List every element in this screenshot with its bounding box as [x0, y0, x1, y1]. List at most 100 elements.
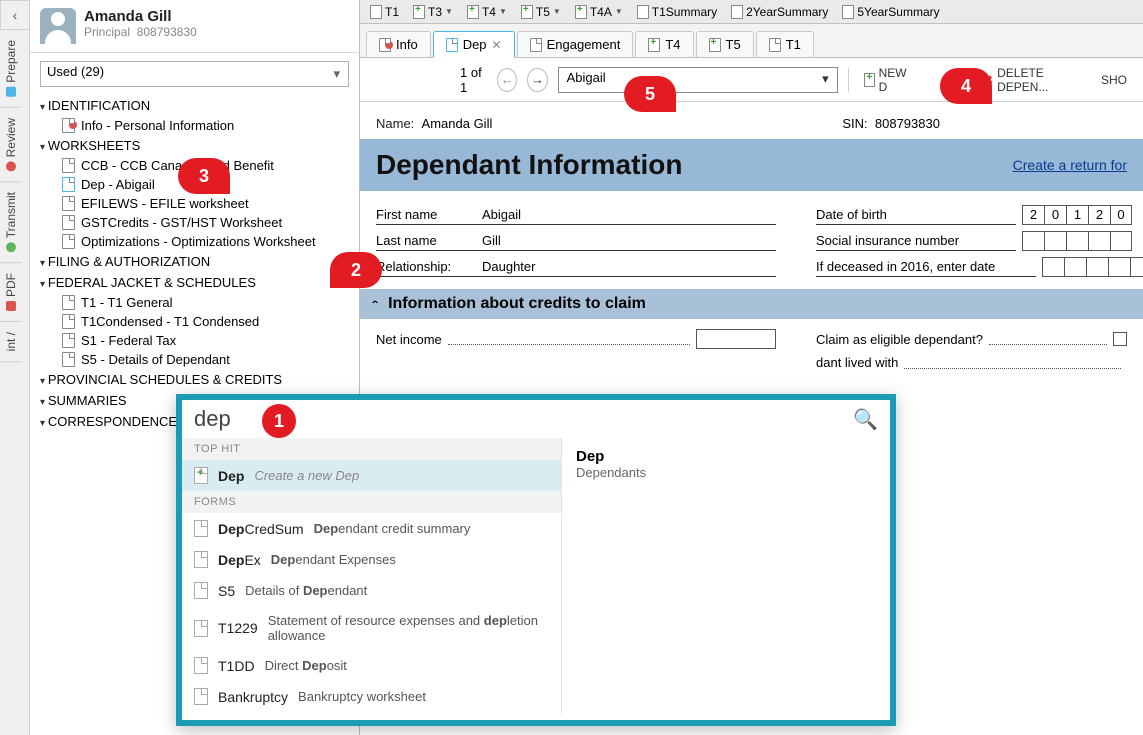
- net-income-field[interactable]: [696, 329, 776, 349]
- search-preview: Dep Dependants: [562, 438, 890, 714]
- chevron-down-icon: ▼: [615, 7, 623, 16]
- result-row[interactable]: DepCredSum Dependant credit summary: [182, 513, 561, 544]
- dependant-select[interactable]: Abigail: [558, 67, 838, 93]
- show-button[interactable]: SHO: [1095, 69, 1133, 91]
- date-cell: [1044, 231, 1066, 251]
- tree-item-s1[interactable]: S1 - Federal Tax: [34, 331, 355, 350]
- tree-section-filing[interactable]: FILING & AUTHORIZATION: [34, 251, 355, 272]
- close-icon[interactable]: ✕: [492, 38, 502, 52]
- dt-t1summary[interactable]: T1Summary: [631, 3, 723, 21]
- rail-tab-review[interactable]: Review: [0, 108, 22, 182]
- result-desc: Dependant credit summary: [314, 521, 471, 536]
- tree-item-t1c[interactable]: T1Condensed - T1 Condensed: [34, 312, 355, 331]
- create-return-link[interactable]: Create a return for: [1013, 157, 1127, 173]
- search-icon[interactable]: 🔍: [853, 407, 878, 432]
- date-cell: [1130, 257, 1143, 277]
- tab-t1[interactable]: T1: [756, 31, 814, 57]
- record-counter: 1 of 1: [460, 65, 487, 95]
- date-cell: 0: [1044, 205, 1066, 225]
- tab-engagement[interactable]: Engagement: [517, 31, 634, 57]
- date-cell: 0: [1110, 205, 1132, 225]
- section-credits[interactable]: Information about credits to claim: [360, 289, 1143, 319]
- rail-label: Transmit: [4, 192, 18, 238]
- rail-tab-print[interactable]: int /: [0, 322, 22, 362]
- tab-dep[interactable]: Dep ✕: [433, 31, 515, 58]
- dt-label: T3: [428, 5, 442, 19]
- dt-t5[interactable]: T5▼: [515, 3, 567, 21]
- tree-item-gst[interactable]: GSTCredits - GST/HST Worksheet: [34, 213, 355, 232]
- result-row[interactable]: S5 Details of Dependant: [182, 575, 561, 606]
- result-top-hit[interactable]: Dep Create a new Dep: [182, 460, 561, 491]
- doc-plus-icon: [467, 5, 479, 19]
- tab-info[interactable]: Info: [366, 31, 431, 57]
- new-dependant-button[interactable]: NEW D: [858, 62, 917, 98]
- doc-plus-icon: [648, 38, 660, 52]
- tree-item-opt[interactable]: Optimizations - Optimizations Worksheet: [34, 232, 355, 251]
- rail-tab-transmit[interactable]: Transmit: [0, 182, 22, 263]
- first-name-field[interactable]: Abigail: [476, 205, 776, 225]
- result-desc: Bankruptcy worksheet: [298, 689, 426, 704]
- date-cell: [1064, 257, 1086, 277]
- tab-label: Dep: [463, 37, 487, 52]
- filter-box: Used (29): [40, 61, 349, 87]
- dt-t4a[interactable]: T4A▼: [569, 3, 629, 21]
- relationship-field[interactable]: Daughter: [476, 257, 776, 277]
- filter-select[interactable]: Used (29): [40, 61, 349, 87]
- dt-2year[interactable]: 2YearSummary: [725, 3, 834, 21]
- results-header-forms: FORMS: [182, 491, 561, 513]
- last-name-label: Last name: [376, 231, 476, 251]
- filter-label: Used (29): [47, 64, 104, 79]
- last-name-field[interactable]: Gill: [476, 231, 776, 251]
- doc-plus-icon: [521, 5, 533, 19]
- tree-section-federal[interactable]: FEDERAL JACKET & SCHEDULES: [34, 272, 355, 293]
- preview-title: Dep: [576, 448, 876, 465]
- tree-label: T1Condensed - T1 Condensed: [81, 314, 259, 329]
- profile-id: 808793830: [137, 25, 197, 39]
- tab-label: T1: [786, 37, 801, 52]
- result-row[interactable]: Bankruptcy Bankruptcy worksheet: [182, 681, 561, 712]
- deceased-field[interactable]: [1042, 257, 1143, 277]
- sin-field[interactable]: [1022, 231, 1132, 251]
- tree-label: S5 - Details of Dependant: [81, 352, 230, 367]
- first-name-label: First name: [376, 205, 476, 225]
- tab-t4[interactable]: T4: [635, 31, 693, 57]
- dt-t1[interactable]: T1: [364, 3, 405, 21]
- result-row[interactable]: DepEx Dependant Expenses: [182, 544, 561, 575]
- dob-field[interactable]: 2 0 1 2 0: [1022, 205, 1132, 225]
- inner-tabs: Info Dep ✕ Engagement T4 T5 T1: [360, 24, 1143, 58]
- date-cell: [1042, 257, 1064, 277]
- rail-tab-prepare[interactable]: Prepare: [0, 30, 22, 108]
- result-code: DepEx: [218, 552, 261, 568]
- tree-item-t1[interactable]: T1 - T1 General: [34, 293, 355, 312]
- tree-item-efilews[interactable]: EFILEWS - EFILE worksheet: [34, 194, 355, 213]
- result-row[interactable]: T1229 Statement of resource expenses and…: [182, 606, 561, 650]
- btn-label: SHO: [1101, 73, 1127, 87]
- tab-t5[interactable]: T5: [696, 31, 754, 57]
- tree-section-identification[interactable]: IDENTIFICATION: [34, 95, 355, 116]
- tree-section-prov[interactable]: PROVINCIAL SCHEDULES & CREDITS: [34, 369, 355, 390]
- date-cell: [1108, 257, 1130, 277]
- prev-button[interactable]: ←: [497, 68, 517, 92]
- doc-icon: [62, 295, 75, 310]
- form-title: Dependant Information: [376, 149, 682, 181]
- tree-item-info[interactable]: Info - Personal Information: [34, 116, 355, 135]
- dt-t3[interactable]: T3▼: [407, 3, 459, 21]
- rail-tab-pdf[interactable]: PDF: [0, 263, 22, 322]
- rail-label: int /: [4, 332, 18, 351]
- doc-plus-icon: [194, 467, 208, 484]
- profile-header: Amanda Gill Principal 808793830: [30, 0, 359, 53]
- rail-back-button[interactable]: ‹: [0, 0, 30, 30]
- tree-item-s5[interactable]: S5 - Details of Dependant: [34, 350, 355, 369]
- result-row[interactable]: T1DD Direct Deposit: [182, 650, 561, 681]
- doc-icon: [194, 582, 208, 599]
- doc-icon: [62, 196, 75, 211]
- delete-dependant-button[interactable]: ✖DELETE DEPEN...: [977, 62, 1085, 98]
- next-button[interactable]: →: [527, 68, 547, 92]
- tree-section-worksheets[interactable]: WORKSHEETS: [34, 135, 355, 156]
- eligible-checkbox[interactable]: [1113, 332, 1127, 346]
- doc-icon: [62, 118, 75, 133]
- tree-label: S1 - Federal Tax: [81, 333, 176, 348]
- dt-5year[interactable]: 5YearSummary: [836, 3, 945, 21]
- dt-t4[interactable]: T4▼: [461, 3, 513, 21]
- date-cell: [1022, 231, 1044, 251]
